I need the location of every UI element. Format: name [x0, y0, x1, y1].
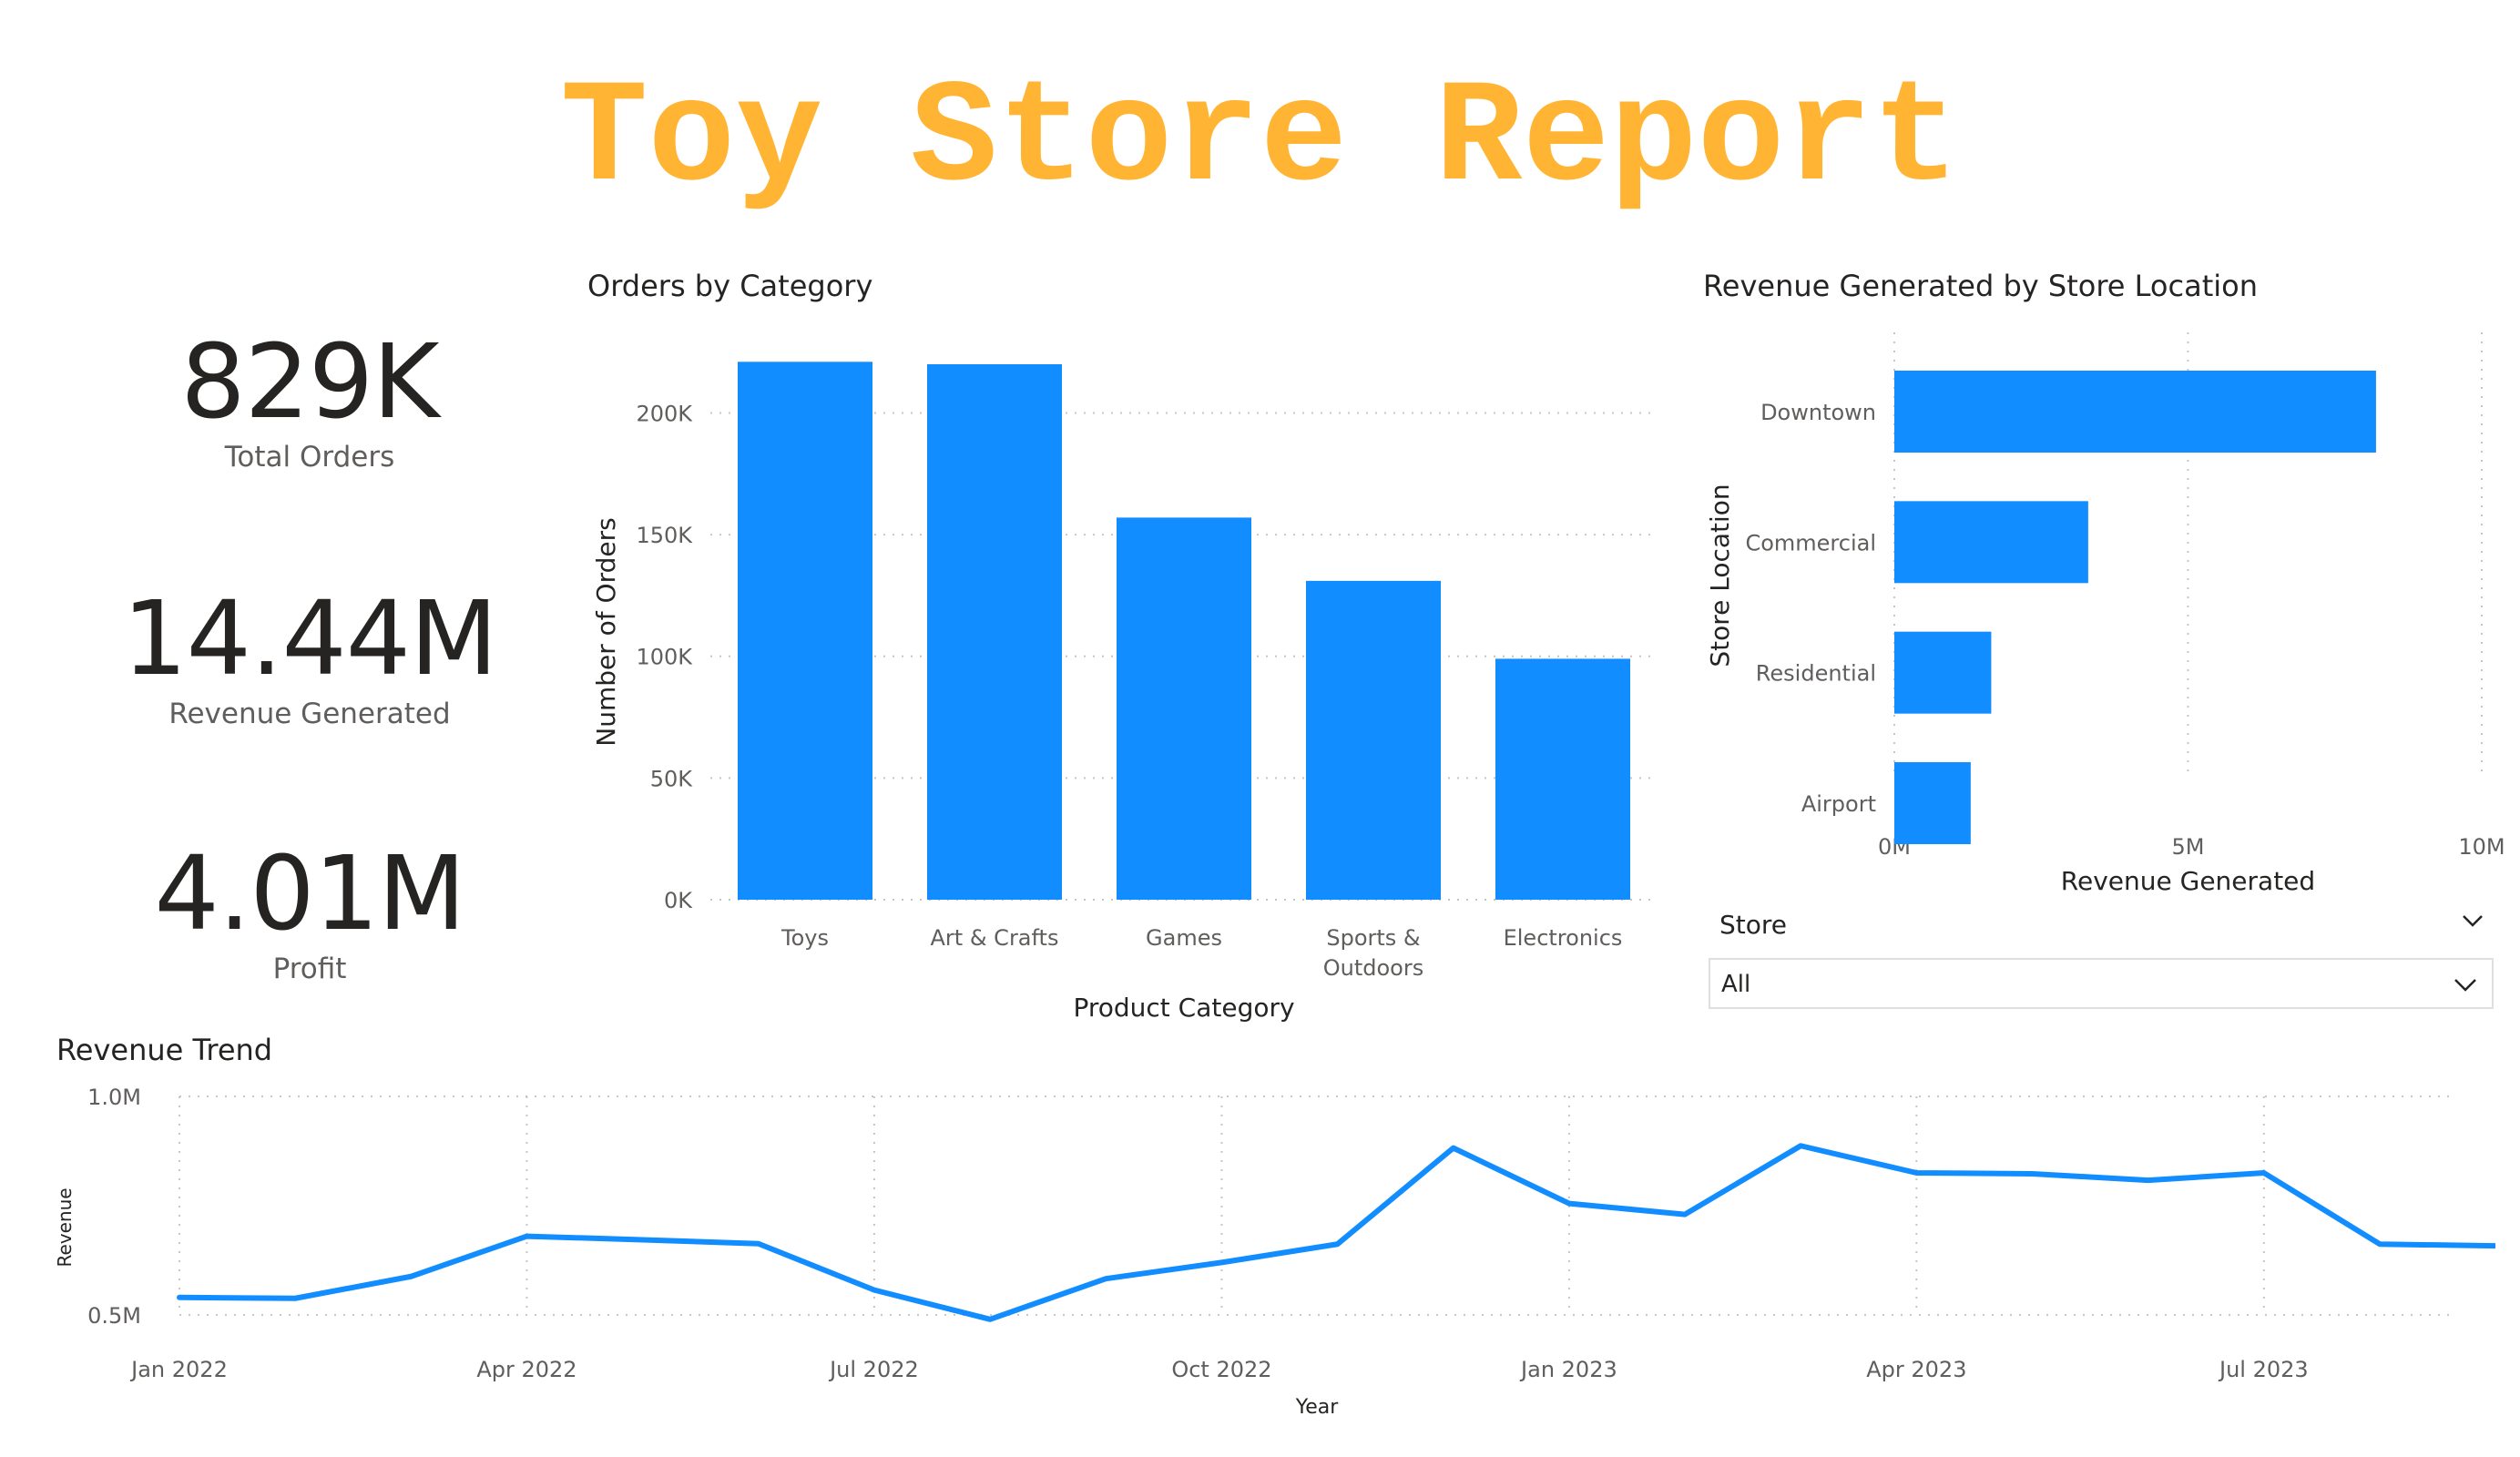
kpi-profit: 4.01M Profit: [82, 838, 537, 987]
x-axis-title: Revenue Generated: [2061, 866, 2315, 896]
bar: [1306, 580, 1441, 900]
y-tick-label: Residential: [1756, 661, 1876, 687]
x-axis-title: Product Category: [1073, 993, 1294, 1023]
x-tick-label: 10M: [2458, 834, 2505, 860]
y-tick-label: 50K: [650, 766, 694, 791]
kpi-revenue-generated: 14.44M Revenue Generated: [82, 583, 537, 732]
x-tick-label: Jul 2022: [828, 1357, 919, 1382]
x-tick-label: 5M: [2172, 834, 2205, 860]
store-slicer[interactable]: Store All: [1709, 902, 2495, 1011]
y-tick-label: 150K: [636, 523, 693, 548]
chevron-down-icon[interactable]: [2452, 971, 2479, 998]
bar: [1894, 631, 1992, 714]
dashboard-title: Toy Store Report: [560, 58, 1960, 223]
revenue-line: [177, 1143, 2495, 1322]
x-tick-label: Jan 2022: [129, 1357, 228, 1382]
revenue-by-store-chart: 0M 5M 10MDowntownCommercialResidentialAirp…: [1705, 332, 2505, 896]
x-tick-label: Games: [1146, 925, 1222, 951]
kpi-value: 14.44M: [122, 580, 497, 698]
x-tick-label: Jul 2023: [2218, 1357, 2309, 1382]
kpi-value: 4.01M: [154, 835, 465, 953]
revenue-trend-chart: 0.5M 1.0M Jan 2022 Apr 2022 Jul 2022 Oct 2022…: [54, 1085, 2495, 1419]
bar: [738, 362, 872, 900]
bar: [1894, 371, 2376, 453]
y-tick-label: Downtown: [1760, 400, 1876, 425]
bar: [1117, 517, 1251, 900]
bar: [927, 364, 1062, 900]
y-axis-title: Store Location: [1705, 484, 1735, 667]
x-axis-title: Year: [1295, 1396, 1340, 1419]
revenue-by-store-title: Revenue Generated by Store Location: [1703, 269, 2258, 303]
x-tick-label: Art & Crafts: [931, 925, 1059, 951]
chevron-down-icon[interactable]: [2459, 907, 2486, 934]
store-dropdown[interactable]: All: [1709, 958, 2494, 1009]
y-tick-label: 0K: [664, 888, 693, 913]
orders-by-category-chart: 0K 50K 100K 150K 200K Toys Art & Crafts Games Sp…: [591, 362, 1658, 1023]
bar: [1894, 501, 2088, 584]
y-tick-label: 200K: [636, 401, 693, 426]
x-tick-label: Apr 2023: [1866, 1357, 1966, 1382]
revenue-trend-title: Revenue Trend: [56, 1033, 273, 1067]
slicer-label: Store: [1719, 910, 1788, 940]
y-tick-label: 100K: [636, 645, 693, 670]
x-tick-label: Electronics: [1504, 925, 1623, 951]
orders-by-category-title: Orders by Category: [587, 269, 873, 303]
kpi-label: Profit: [272, 953, 347, 985]
x-tick-label: Sports & Outdoors: [1323, 925, 1423, 981]
store-dropdown-value: All: [1721, 971, 1751, 998]
y-tick-label: Airport: [1801, 791, 1876, 817]
bar: [1495, 658, 1630, 900]
x-tick-label: Toys: [780, 925, 829, 951]
kpi-total-orders: 829K Total Orders: [82, 326, 537, 475]
bar: [1894, 762, 1971, 844]
x-tick-label: Oct 2022: [1171, 1357, 1271, 1382]
y-tick-label: 0.5M: [87, 1303, 141, 1329]
y-tick-label: 1.0M: [87, 1085, 141, 1110]
y-axis-title: Revenue: [54, 1187, 76, 1267]
kpi-value: 829K: [180, 323, 439, 442]
x-tick-label: Apr 2022: [476, 1357, 576, 1382]
y-axis-title: Number of Orders: [591, 517, 621, 746]
y-tick-label: Commercial: [1745, 530, 1876, 555]
x-tick-label: Jan 2023: [1519, 1357, 1617, 1382]
kpi-label: Total Orders: [224, 441, 395, 474]
kpi-label: Revenue Generated: [168, 698, 451, 730]
